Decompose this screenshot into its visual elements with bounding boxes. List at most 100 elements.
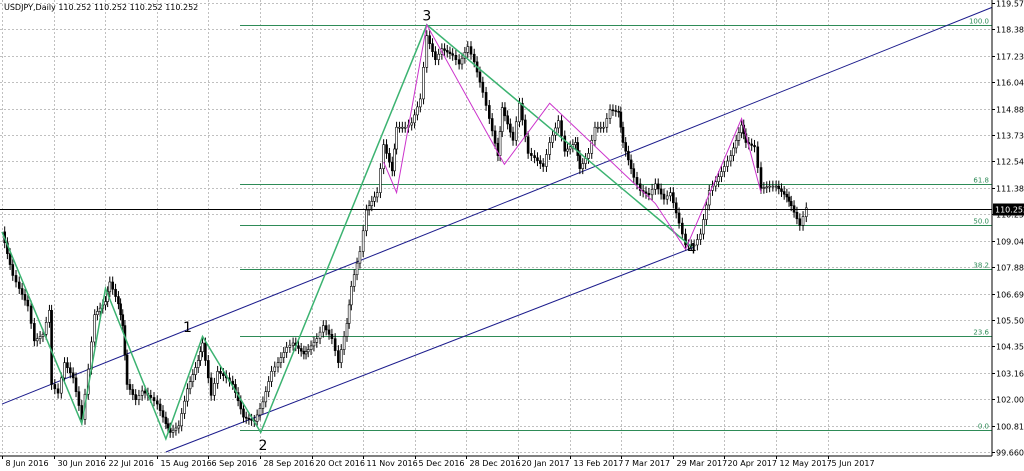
price-tick-label: 118.385	[996, 26, 1024, 35]
time-tick-label: 7 Mar 2017	[625, 459, 671, 468]
candle-body	[635, 177, 639, 185]
candle-body	[581, 163, 585, 169]
candle-body	[35, 338, 39, 342]
candle-body	[771, 185, 775, 188]
candle-body	[762, 187, 766, 189]
candle-body	[593, 126, 597, 141]
candle-body	[365, 209, 368, 232]
candle-body	[422, 66, 425, 100]
candle-body	[647, 193, 651, 196]
candle-body	[50, 310, 53, 385]
candle-body	[702, 219, 705, 235]
candle-body	[578, 155, 582, 169]
price-tick-label: 102.005	[996, 396, 1024, 405]
candle-body	[375, 192, 379, 198]
time-tick-label: 11 Nov 2016	[367, 459, 418, 468]
candle-body	[448, 51, 452, 54]
candle-body	[194, 367, 197, 375]
candle-body	[393, 148, 396, 172]
candle-body	[390, 161, 394, 172]
candle-body	[352, 274, 356, 287]
candle-body	[216, 371, 219, 384]
candle-body	[445, 50, 449, 53]
candle-body	[798, 218, 802, 226]
candle-body	[355, 262, 359, 276]
candle-body	[765, 186, 769, 189]
candle-body	[191, 374, 195, 383]
candle-body	[66, 362, 69, 369]
candle-body	[370, 201, 374, 207]
candle-body	[801, 216, 805, 226]
price-tick-label: 105.505	[996, 317, 1024, 326]
candle-body	[624, 142, 627, 152]
candle-body	[324, 325, 328, 331]
price-tick-label: 99.660	[996, 449, 1024, 458]
candle-body	[774, 185, 778, 188]
candle-body	[484, 92, 488, 106]
candle-body	[330, 334, 334, 339]
candle-body	[385, 144, 388, 154]
candle-body	[149, 395, 153, 398]
candle-body	[11, 264, 15, 276]
candle-body	[395, 126, 398, 150]
time-tick-label: 8 Jun 2016	[6, 459, 49, 468]
candle-body	[114, 288, 117, 297]
candle-body	[17, 281, 21, 289]
candle-body	[780, 188, 783, 192]
candle-body	[717, 176, 720, 183]
candle-body	[782, 191, 786, 195]
candle-body	[608, 109, 612, 119]
candle-body	[705, 204, 708, 220]
candle-body	[121, 314, 125, 326]
candle-body	[379, 168, 382, 193]
candle-body	[44, 322, 48, 335]
candle-body	[261, 401, 265, 409]
candle-body	[304, 351, 308, 355]
candle-body	[403, 126, 407, 129]
time-tick-label: 15 Aug 2016	[161, 459, 212, 468]
price-tick-label: 106.695	[996, 291, 1024, 300]
price-tick-label: 111.385	[996, 185, 1024, 194]
candle-body	[672, 192, 675, 204]
candle-body	[726, 160, 729, 167]
candle-body	[152, 397, 156, 402]
wave-label: 1	[183, 320, 192, 336]
candle-body	[469, 46, 473, 55]
candle-body	[59, 377, 63, 394]
candle-body	[490, 118, 494, 132]
current-price-tag-label: 110.252	[995, 206, 1024, 215]
candle-body	[696, 239, 699, 246]
candle-body	[536, 157, 539, 161]
candle-body	[428, 35, 431, 44]
candle-body	[20, 288, 24, 295]
candle-body	[511, 131, 515, 141]
candle-body	[213, 383, 216, 396]
candle-body	[111, 281, 114, 290]
candle-body	[199, 351, 202, 361]
candle-body	[56, 388, 60, 394]
price-chart[interactable]: 100.0 61.8 50.0 38.2 23.6 0.0 1 2 3 4 119.575 118…	[0, 0, 1024, 471]
candle-body	[518, 102, 521, 123]
current-price-tag: 110.252	[993, 203, 1024, 216]
candle-body	[614, 110, 618, 112]
candle-body	[500, 107, 504, 132]
candle-body	[201, 342, 204, 353]
candle-body	[134, 394, 137, 400]
candle-body	[174, 427, 178, 431]
candle-body	[576, 142, 580, 156]
candle-body	[654, 183, 657, 190]
time-tick-label: 29 Mar 2017	[677, 459, 728, 468]
time-tick-label: 13 Feb 2017	[574, 459, 624, 468]
fib-level-label: 0.0	[978, 423, 989, 431]
candle-body	[398, 126, 401, 129]
candle-body	[680, 222, 684, 235]
candle-body	[74, 377, 78, 392]
candle-body	[125, 354, 129, 385]
candle-body	[557, 120, 560, 129]
candle-body	[342, 336, 346, 350]
candle-body	[180, 413, 183, 427]
candle-body	[674, 202, 678, 214]
candle-body	[699, 233, 702, 240]
candle-body	[382, 144, 385, 169]
candle-body	[629, 159, 633, 169]
